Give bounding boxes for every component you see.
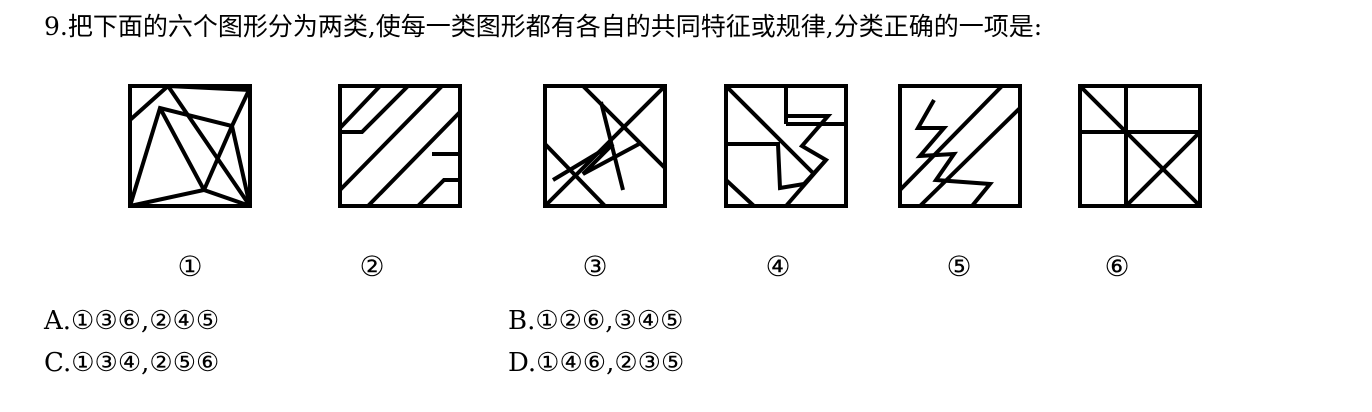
figure-5-drawing <box>898 84 1022 208</box>
figure-4-label: ④ <box>765 250 791 283</box>
figure-2 <box>338 84 462 208</box>
option-c[interactable]: C.①③④,②⑤⑥ <box>44 348 219 378</box>
option-b[interactable]: B.①②⑥,③④⑤ <box>508 306 684 336</box>
figure-4 <box>724 84 848 208</box>
figure-1-label: ① <box>177 250 203 283</box>
figure-3 <box>543 84 667 208</box>
figure-3-drawing <box>543 84 667 208</box>
figure-1-drawing <box>128 84 252 208</box>
option-d[interactable]: D.①④⑥,②③⑤ <box>508 348 684 378</box>
figure-5 <box>898 84 1022 208</box>
option-a[interactable]: A.①③⑥,②④⑤ <box>44 306 219 336</box>
figure-4-drawing <box>724 84 848 208</box>
figure-3-label: ③ <box>582 250 608 283</box>
figure-1 <box>128 84 252 208</box>
figure-5-label: ⑤ <box>946 250 972 283</box>
figure-2-drawing <box>338 84 462 208</box>
figure-6 <box>1078 84 1202 208</box>
figure-6-drawing <box>1078 84 1202 208</box>
figure-2-label: ② <box>359 250 385 283</box>
figure-6-label: ⑥ <box>1104 250 1130 283</box>
